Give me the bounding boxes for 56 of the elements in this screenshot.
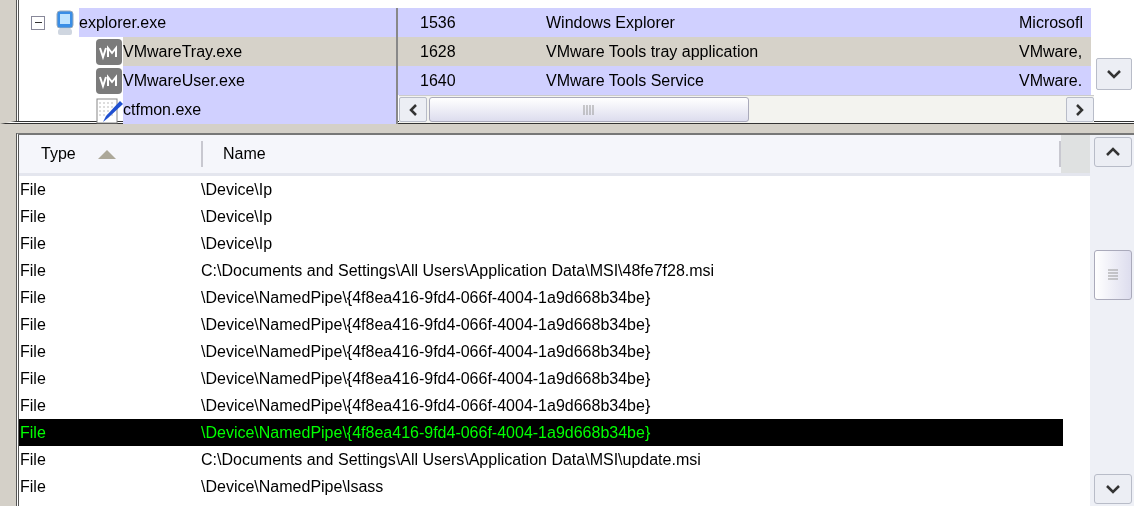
handle-name: \Device\NamedPipe\{4f8ea416-9fd4-066f-4004-1a9d668b34be} — [201, 288, 651, 307]
chevron-down-icon — [1106, 484, 1120, 494]
company-name: Microsofl — [1019, 13, 1083, 32]
handle-name: \Device\Ip — [201, 207, 273, 226]
chevron-left-icon — [408, 103, 418, 116]
selected-row-highlight[interactable]: File \Device\NamedPipe\{4f8ea416-9fd4-066f-4004-1a9d668b34be} — [19, 419, 1063, 446]
process-id: 1536 — [420, 13, 456, 32]
process-id: 1640 — [420, 71, 456, 90]
scroll-right-button[interactable] — [1066, 97, 1094, 122]
process-name[interactable]: ctfmon.exe — [123, 100, 202, 119]
company-name: VMware. — [1019, 71, 1083, 90]
handle-type: File — [19, 342, 47, 361]
handle-type: File — [19, 315, 47, 334]
handle-type: File — [19, 180, 47, 199]
handle-name: \Device\NamedPipe\{4f8ea416-9fd4-066f-4004-1a9d668b34be} — [201, 315, 651, 334]
company-name: VMware, — [1019, 42, 1083, 61]
vertical-scrollbar[interactable] — [1090, 135, 1134, 506]
handle-name: \Device\NamedPipe\{4f8ea416-9fd4-066f-4004-1a9d668b34be} — [201, 396, 651, 415]
sort-ascending-icon — [97, 149, 116, 159]
process-id: 1628 — [420, 42, 456, 61]
horizontal-scrollbar[interactable] — [399, 95, 1094, 123]
handle-type: File — [19, 369, 47, 388]
handle-name: C:\Documents and Settings\All Users\Application Data\MSI\48fe7f28.msi — [201, 261, 715, 280]
handle-type: File — [19, 207, 47, 226]
handle-name: \Device\NamedPipe\{4f8ea416-9fd4-066f-4004-1a9d668b34be} — [201, 369, 651, 388]
handle-type: File — [19, 288, 47, 307]
handle-type: File — [19, 477, 47, 496]
handle-name: \Device\NamedPipe\{4f8ea416-9fd4-066f-4004-1a9d668b34be} — [201, 342, 651, 361]
process-description: VMware Tools Service — [546, 71, 704, 90]
handle-type: File — [19, 261, 47, 280]
scroll-down-button[interactable] — [1094, 474, 1132, 504]
scroll-up-button[interactable] — [1094, 137, 1132, 167]
chevron-up-icon — [1106, 147, 1120, 157]
header-filler — [1061, 135, 1090, 173]
scroll-left-button[interactable] — [399, 97, 427, 122]
process-description: Windows Explorer — [546, 13, 675, 32]
vm-icon — [95, 66, 123, 95]
column-header[interactable]: Type — [19, 141, 203, 167]
handle-name: \Device\Ip — [201, 234, 273, 253]
handle-name: \Device\NamedPipe\lsass — [201, 477, 384, 496]
vm-icon — [95, 37, 123, 66]
handle-name: \Device\NamedPipe\{4f8ea416-9fd4-066f-4004-1a9d668b34be} — [201, 423, 651, 442]
handle-type: File — [19, 423, 47, 442]
scroll-thumb[interactable] — [429, 97, 749, 122]
chevron-down-icon — [1107, 69, 1121, 79]
process-description: VMware Tools tray application — [546, 42, 759, 61]
scroll-thumb[interactable] — [1094, 250, 1132, 300]
handle-type: File — [19, 396, 47, 415]
process-name[interactable]: explorer.exe — [79, 13, 167, 32]
collapse-toggle[interactable] — [31, 15, 45, 30]
scroll-down-button[interactable] — [1096, 58, 1132, 90]
handle-name: C:\Documents and Settings\All Users\Application Data\MSI\update.msi — [201, 450, 701, 469]
handle-name: \Device\Ip — [201, 180, 273, 199]
handle-type: File — [19, 450, 47, 469]
chevron-right-icon — [1075, 103, 1085, 116]
handle-type: File — [19, 234, 47, 253]
